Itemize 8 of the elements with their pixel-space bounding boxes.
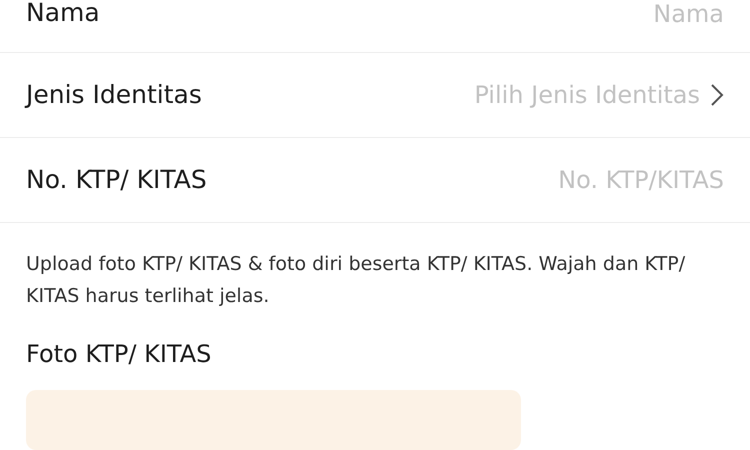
section-title: Foto KTP/ KITAS [26,340,212,368]
instruction-text: Upload foto KTP/ KITAS & foto diri beserta KTP/ KITAS. Wajah dan KTP/ KITAS harus terlihat jelas. [26,252,686,309]
identity-type-select[interactable]: Pilih Jenis Identitas [474,80,724,109]
photo-upload-area[interactable] [26,390,521,450]
field-label: No. KTP/ KITAS [26,166,207,193]
chevron-right-icon [710,82,724,107]
field-label: Nama [26,0,100,26]
field-label: Jenis Identitas [26,82,202,108]
